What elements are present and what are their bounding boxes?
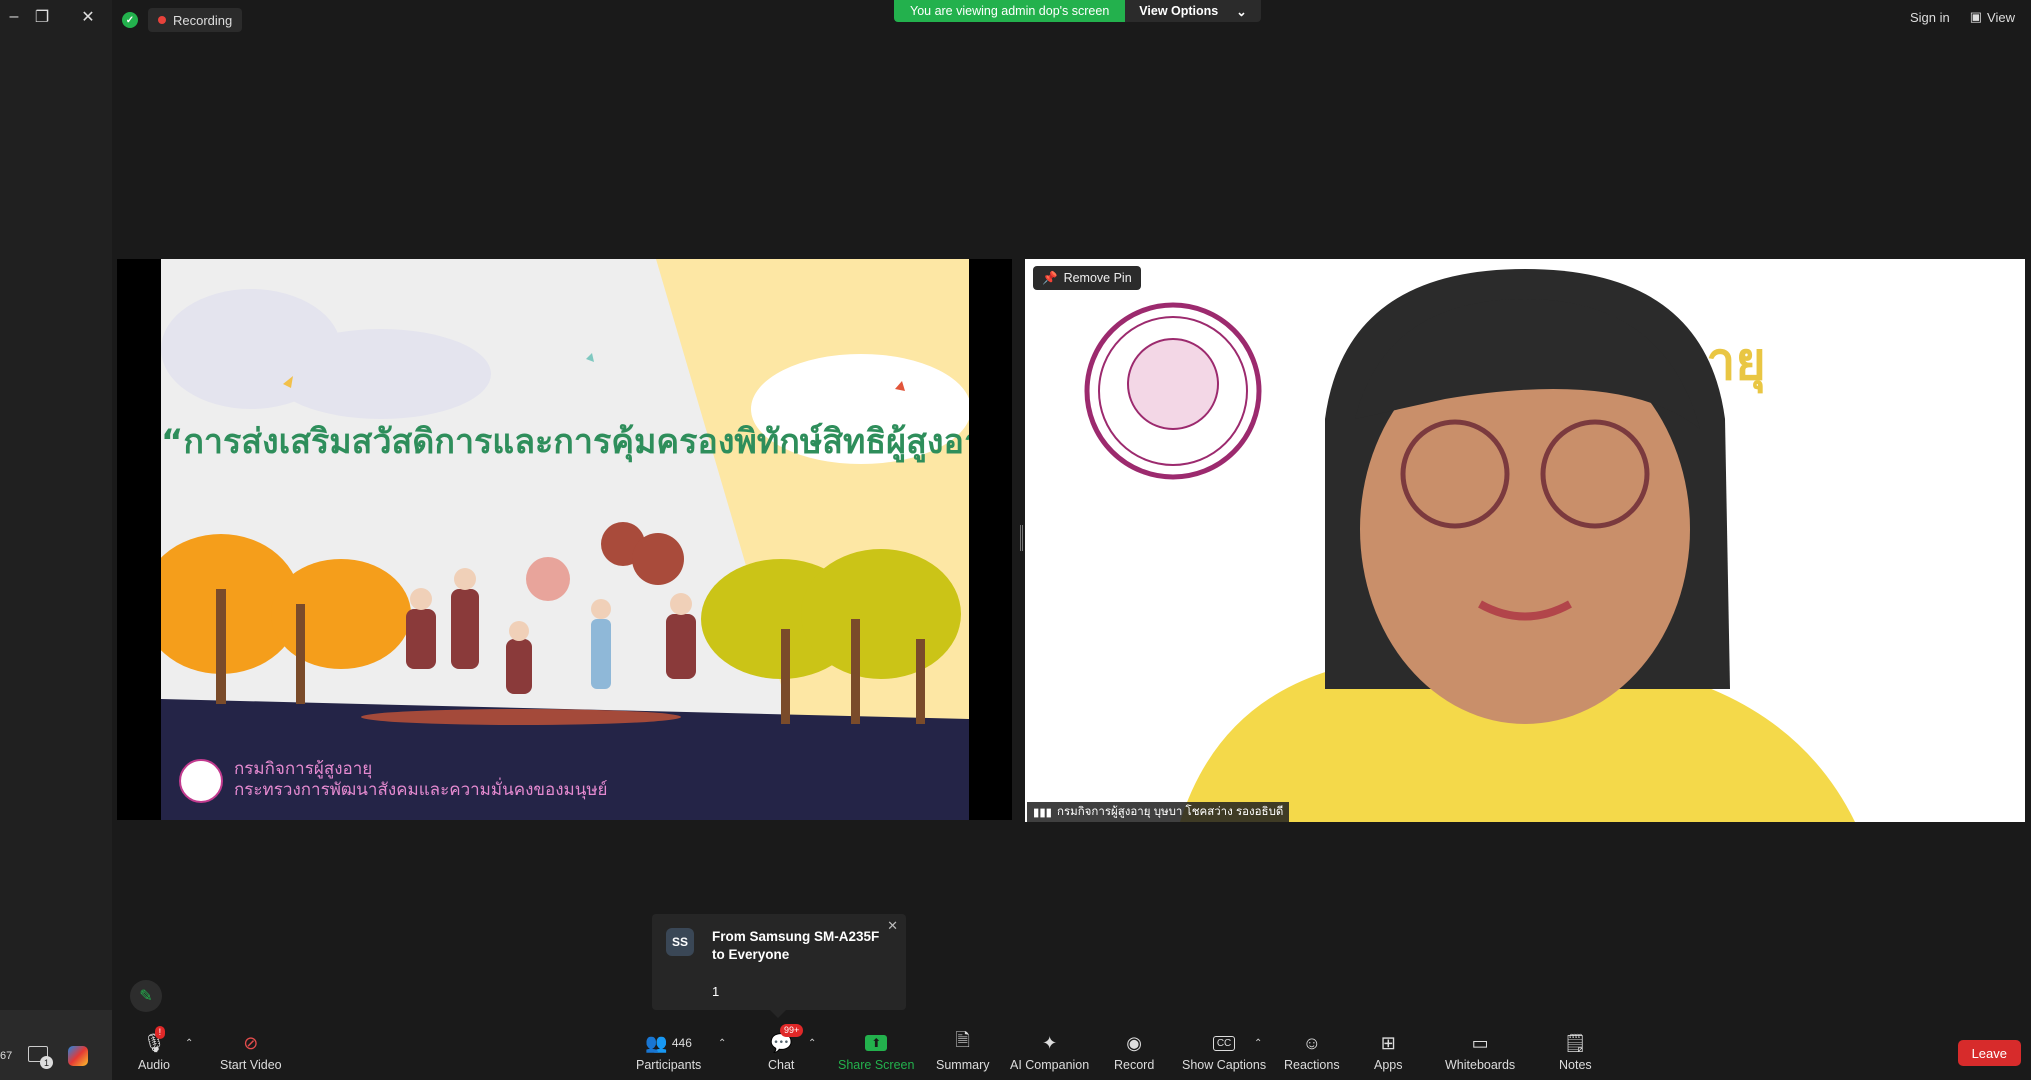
share-screen-label: Share Screen (838, 1058, 915, 1072)
encryption-shield-icon[interactable]: ✓ (122, 12, 138, 28)
restore-button[interactable]: ❐ (28, 6, 56, 28)
recording-indicator[interactable]: Recording (148, 8, 243, 32)
record-label: Record (1114, 1058, 1155, 1072)
top-right-controls: Sign in ▣ View (1910, 9, 2015, 25)
chat-chevron-icon[interactable]: ⌃ (808, 1038, 816, 1049)
slide-org-line2: กระทรวงการพัฒนาสังคมและความมั่นคงของมนุษ… (234, 780, 608, 799)
copilot-icon[interactable] (68, 1046, 88, 1066)
apps-button[interactable]: ⊞ Apps (1374, 1030, 1403, 1073)
whiteboards-label: Whiteboards (1445, 1058, 1516, 1072)
apps-label: Apps (1374, 1058, 1403, 1072)
summary-label: Summary (936, 1058, 990, 1072)
reactions-button[interactable]: ☺ Reactions (1284, 1030, 1340, 1073)
chat-button[interactable]: 💬 99+ Chat (768, 1024, 804, 1072)
chevron-down-icon: ⌄ (1236, 4, 1247, 19)
sender-avatar: SS (666, 928, 694, 956)
slide-title: “การส่งเสริมสวัสดิการและการคุ้มครองพิทัก… (161, 422, 969, 462)
ai-companion-button[interactable]: ✦ AI Companion (1010, 1030, 1090, 1073)
participants-icon: 👥 446 (645, 1032, 692, 1053)
closed-captions-icon: CC (1212, 1030, 1236, 1056)
ai-companion-label: AI Companion (1010, 1058, 1090, 1072)
shared-screen[interactable]: “การส่งเสริมสวัสดิการและการคุ้มครองพิทัก… (117, 259, 1012, 820)
meeting-toolbar: 🎙! Audio ⌃ ⊘ Start Video 👥 446 Participa… (112, 1024, 2031, 1080)
chat-bubble-icon: 💬 99+ (770, 1024, 804, 1056)
signal-strength-icon: ▮▮▮ (1033, 807, 1052, 819)
split-view-resize-handle[interactable] (1020, 525, 1023, 551)
view-options-label: View Options (1139, 4, 1219, 18)
remove-pin-label: Remove Pin (1063, 271, 1132, 285)
view-layout-icon: ▣ (1969, 9, 1983, 24)
audio-label: Audio (138, 1058, 170, 1072)
show-captions-button[interactable]: CC Show Captions (1182, 1030, 1266, 1072)
chat-notification-popup[interactable]: SS From Samsung SM-A235F to Everyone 1 ✕ (652, 914, 906, 1018)
record-icon: ◉ (1126, 1032, 1142, 1053)
sparkle-icon: ✦ (1042, 1032, 1058, 1053)
slide-org-line1: กรมกิจการผู้สูงอายุ (234, 759, 373, 778)
recording-label: Recording (173, 12, 233, 28)
participants-button[interactable]: 👥 446 Participants (636, 1030, 702, 1073)
share-screen-icon: ⬆ (865, 1030, 888, 1056)
participants-chevron-icon[interactable]: ⌃ (718, 1038, 726, 1049)
notes-button[interactable]: 🗒 Notes (1559, 1030, 1592, 1073)
view-button[interactable]: ▣ View (1970, 9, 2015, 25)
share-screen-button[interactable]: ⬆ Share Screen (838, 1030, 914, 1072)
recording-dot-icon (158, 16, 166, 24)
participants-label: Participants (636, 1058, 702, 1072)
taskbar-counter: 67 (0, 1050, 13, 1062)
participant-name: กรมกิจการผู้สูงอายุ บุษบา โชคสว่าง รองอธ… (1057, 806, 1284, 818)
sign-in-button[interactable]: Sign in (1910, 10, 1950, 25)
summary-document-icon: 🗎 (955, 1030, 970, 1050)
record-button[interactable]: ◉ Record (1114, 1030, 1155, 1073)
notifications-badge: 1 (40, 1056, 53, 1069)
chat-unread-badge: 99+ (779, 1024, 804, 1037)
presentation-slide: “การส่งเสริมสวัสดิการและการคุ้มครองพิทัก… (161, 259, 969, 820)
smiley-icon: ☺ (1302, 1032, 1321, 1053)
audio-button[interactable]: 🎙! Audio (138, 1026, 170, 1072)
minimize-button[interactable]: – (0, 6, 28, 28)
participant-name-tag: ▮▮▮ กรมกิจการผู้สูงอายุ บุษบา โชคสว่าง ร… (1027, 802, 1290, 822)
notes-label: Notes (1559, 1058, 1592, 1072)
meeting-window: ✓ Recording You are viewing admin dop's … (112, 0, 2031, 1080)
close-window-button[interactable]: ✕ (74, 6, 102, 28)
audio-warning-badge: ! (154, 1026, 166, 1039)
reactions-label: Reactions (1284, 1058, 1340, 1072)
leave-button[interactable]: Leave (1957, 1040, 2021, 1066)
slide-illustration (161, 259, 969, 820)
view-label: View (1987, 9, 2015, 25)
ministry-logo-icon (179, 759, 223, 803)
show-captions-label: Show Captions (1182, 1058, 1267, 1072)
sign-in-label: Sign in (1910, 9, 1950, 25)
left-side-panel: – ❐ ✕ ▢ 1:1 ⤢ 67 1 (0, 0, 112, 1080)
captions-chevron-icon[interactable]: ⌃ (1254, 1038, 1262, 1049)
audio-options-chevron-icon[interactable]: ⌃ (185, 1038, 193, 1049)
whiteboards-button[interactable]: ▭ Whiteboards (1445, 1030, 1516, 1073)
speaker-video-frame: ก อายุ (1084, 269, 1855, 822)
viewing-screen-label: You are viewing admin dop's screen (894, 0, 1126, 22)
meeting-status: ✓ Recording (122, 8, 243, 32)
chat-label: Chat (768, 1058, 795, 1072)
notes-icon: 🗒 (1563, 1032, 1587, 1053)
pin-icon: 📌 (1042, 270, 1058, 285)
annotate-pencil-icon[interactable]: ✎ (130, 980, 162, 1012)
apps-icon: ⊞ (1380, 1032, 1396, 1053)
taskbar-fragment: 67 1 (0, 1010, 112, 1080)
speaker-video-tile[interactable]: ก อายุ 📌 Remove Pin ▮▮▮ กรมกิจการผู้สูงอ… (1025, 259, 2025, 822)
start-video-button[interactable]: ⊘ Start Video (220, 1030, 282, 1073)
view-options-button[interactable]: View Options ⌄ (1125, 0, 1261, 22)
start-video-label: Start Video (220, 1058, 282, 1072)
screen-share-banner: You are viewing admin dop's screen View … (894, 0, 1261, 22)
microphone-icon: 🎙! (142, 1026, 166, 1053)
chat-sender: From Samsung SM-A235F to Everyone (712, 929, 880, 962)
remove-pin-button[interactable]: 📌 Remove Pin (1033, 266, 1141, 290)
slide-organization: กรมกิจการผู้สูงอายุ กระทรวงการพัฒนาสังคม… (234, 758, 608, 800)
video-off-icon: ⊘ (243, 1032, 259, 1053)
participants-count: 446 (671, 1036, 692, 1050)
close-popup-icon[interactable]: ✕ (887, 918, 898, 934)
summary-button[interactable]: 🗎 Summary (936, 1030, 989, 1072)
chat-message: 1 (712, 984, 720, 999)
whiteboard-icon: ▭ (1471, 1032, 1489, 1053)
